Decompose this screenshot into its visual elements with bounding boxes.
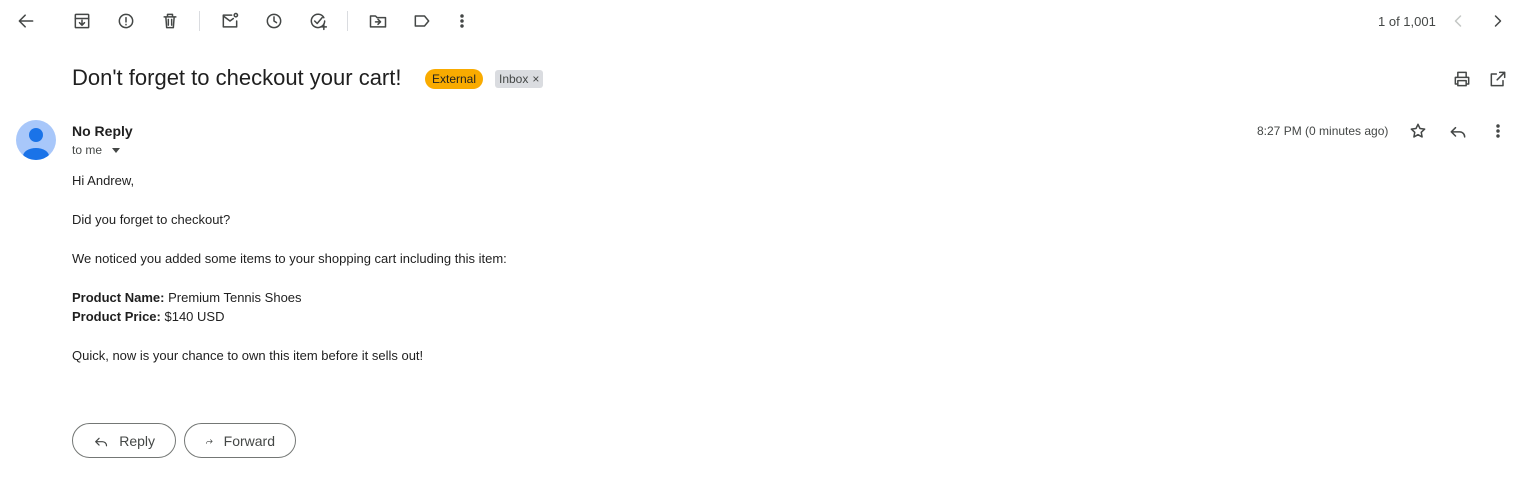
report-spam-icon[interactable] bbox=[110, 5, 142, 37]
remove-label-icon[interactable]: × bbox=[532, 70, 539, 88]
back-arrow-icon[interactable] bbox=[10, 5, 42, 37]
product-price-label: Product Price: bbox=[72, 309, 161, 324]
body-line: Did you forget to checkout? bbox=[72, 212, 231, 227]
archive-icon[interactable] bbox=[66, 5, 98, 37]
delete-icon[interactable] bbox=[154, 5, 186, 37]
recipient-text: to me bbox=[72, 143, 103, 157]
show-details-caret-icon[interactable] bbox=[112, 147, 121, 153]
forward-button-label: Forward bbox=[223, 432, 275, 449]
older-chevron-right-icon[interactable] bbox=[1482, 5, 1514, 37]
product-price-row: Product Price: $140 USD bbox=[72, 307, 507, 326]
move-to-icon[interactable] bbox=[362, 5, 394, 37]
toolbar-divider bbox=[347, 11, 348, 31]
more-vert-icon[interactable] bbox=[1482, 115, 1514, 147]
inbox-label-chip[interactable]: Inbox × bbox=[495, 70, 544, 88]
snooze-icon[interactable] bbox=[258, 5, 290, 37]
body-line: We noticed you added some items to your … bbox=[72, 251, 507, 266]
toolbar-divider bbox=[199, 11, 200, 31]
forward-button[interactable]: Forward bbox=[184, 423, 296, 458]
open-in-new-window-icon[interactable] bbox=[1482, 63, 1514, 95]
print-icon[interactable] bbox=[1446, 63, 1478, 95]
avatar[interactable] bbox=[16, 120, 56, 160]
star-icon[interactable] bbox=[1402, 115, 1434, 147]
reply-button[interactable]: Reply bbox=[72, 423, 176, 458]
label-icon[interactable] bbox=[406, 5, 438, 37]
pager-count: 1 of 1,001 bbox=[1378, 14, 1436, 29]
forward-icon bbox=[206, 438, 213, 444]
body-greeting: Hi Andrew, bbox=[72, 173, 135, 188]
product-name-value: Premium Tennis Shoes bbox=[168, 290, 302, 305]
mark-unread-icon[interactable] bbox=[214, 5, 246, 37]
product-name-row: Product Name: Premium Tennis Shoes bbox=[72, 288, 507, 307]
newer-chevron-left-icon[interactable] bbox=[1442, 5, 1474, 37]
add-task-icon[interactable] bbox=[302, 5, 334, 37]
reply-button-label: Reply bbox=[119, 432, 155, 449]
email-body: Hi Andrew, Did you forget to checkout? W… bbox=[72, 171, 507, 385]
inbox-label-text: Inbox bbox=[499, 72, 529, 86]
body-closing: Quick, now is your chance to own this it… bbox=[72, 348, 424, 363]
person-icon bbox=[23, 128, 49, 160]
reply-icon bbox=[95, 437, 108, 446]
sender-name[interactable]: No Reply bbox=[72, 123, 133, 139]
external-badge: External bbox=[425, 69, 484, 89]
product-price-value: $140 USD bbox=[164, 309, 225, 324]
recipient-line: to me bbox=[72, 143, 121, 157]
reply-icon[interactable] bbox=[1442, 115, 1474, 147]
product-name-label: Product Name: bbox=[72, 290, 165, 305]
email-timestamp: 8:27 PM (0 minutes ago) bbox=[1257, 124, 1389, 138]
more-vert-icon[interactable] bbox=[446, 5, 478, 37]
email-subject: Don't forget to checkout your cart! bbox=[72, 65, 402, 90]
